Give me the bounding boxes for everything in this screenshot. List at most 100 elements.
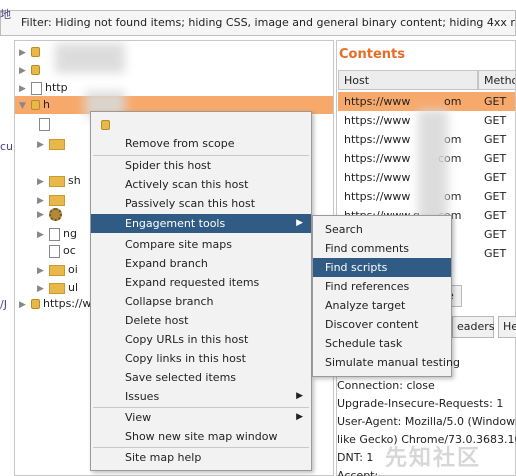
page-icon	[31, 81, 42, 95]
tree-item-label: oc	[63, 244, 76, 257]
tree-item-label: http	[45, 81, 68, 94]
submenu-item-find-references[interactable]: Find references	[313, 277, 451, 296]
collapsed-arrow-icon[interactable]: ▶	[37, 226, 45, 244]
collapsed-arrow-icon[interactable]: ▶	[37, 262, 45, 280]
submenu-item-search[interactable]: Search	[313, 220, 451, 239]
folder-icon	[49, 175, 65, 187]
submenu-item-simulate-testing[interactable]: Simulate manual testing	[313, 353, 460, 372]
collapsed-arrow-icon[interactable]: ▶	[37, 173, 45, 191]
method-cell: GET	[484, 152, 507, 165]
folder-icon	[49, 282, 65, 294]
context-menu: Remove from scope Spider this host Activ…	[90, 111, 312, 471]
tree-item-label: sh	[68, 174, 81, 187]
method-cell: GET	[484, 190, 507, 203]
tree-item[interactable]	[39, 115, 53, 133]
menu-item-delete-host[interactable]: Delete host	[91, 311, 311, 330]
engagement-tools-submenu: Search Find comments Find scripts Find r…	[312, 215, 460, 377]
tree-item-label: ng	[63, 227, 77, 240]
tree-item[interactable]: oc	[49, 242, 76, 260]
tree-item[interactable]: ▶ http	[19, 79, 68, 97]
tree-item-label: ul	[68, 281, 79, 294]
method-cell: GET	[484, 228, 507, 241]
table-row[interactable]: https://www om GET	[338, 92, 515, 111]
submenu-arrow-icon: ▶	[296, 412, 303, 422]
menu-item-expand-requested[interactable]: Expand requested items	[91, 273, 311, 292]
submenu-item-discover-content[interactable]: Discover content	[313, 315, 451, 334]
menu-item-remove-from-scope[interactable]: Remove from scope	[91, 134, 311, 153]
collapsed-arrow-icon[interactable]: ▶	[19, 296, 27, 314]
menu-item-label: Engagement tools	[125, 217, 226, 230]
host-cell: https://www	[344, 95, 411, 108]
submenu-item-find-scripts[interactable]: Find scripts	[313, 258, 451, 277]
submenu-arrow-icon: ▶	[296, 391, 303, 401]
tree-item[interactable]: ▶	[37, 205, 65, 223]
menu-item-label: View	[125, 411, 152, 424]
submenu-arrow-icon: ▶	[296, 218, 303, 228]
tree-item-label: https://w	[43, 297, 92, 310]
tree-item[interactable]: ▶ https://w	[19, 295, 91, 313]
strip-text-3: /J	[0, 298, 7, 311]
gear-icon	[49, 207, 62, 221]
menu-item-issues[interactable]: Issues ▶	[91, 387, 311, 406]
watermark: 先知社区	[385, 446, 482, 471]
menu-item-label: Issues	[125, 390, 160, 403]
tree-item-label: oi	[68, 263, 78, 276]
method-cell: GET	[484, 171, 507, 184]
menu-item-spider-host[interactable]: Spider this host	[91, 156, 311, 175]
tree-item[interactable]: ▶ ng	[37, 225, 77, 243]
method-cell: GET	[484, 247, 507, 260]
method-cell: GET	[484, 95, 507, 108]
menu-item-save-selected[interactable]: Save selected items	[91, 368, 311, 387]
menu-item-site-map-help[interactable]: Site map help	[91, 448, 311, 467]
collapsed-arrow-icon[interactable]: ▶	[19, 62, 27, 80]
menu-item-copy-urls[interactable]: Copy URLs in this host	[91, 330, 311, 349]
menu-item-passive-scan[interactable]: Passively scan this host	[91, 194, 311, 213]
menu-item-new-site-map-window[interactable]: Show new site map window	[91, 427, 311, 446]
tree-item[interactable]: ▶ sh	[37, 172, 81, 190]
tree-item[interactable]: ▶	[19, 43, 43, 61]
submenu-item-find-comments[interactable]: Find comments	[313, 239, 451, 258]
tree-item[interactable]: ▶ oi	[37, 261, 78, 279]
menu-item-view[interactable]: View ▶	[91, 408, 311, 427]
redaction-blur	[55, 43, 125, 73]
page-icon	[49, 244, 60, 258]
folder-icon	[49, 138, 65, 150]
collapsed-arrow-icon[interactable]: ▶	[19, 44, 27, 62]
request-line: Connection: close	[337, 379, 435, 392]
lock-icon	[31, 47, 40, 57]
lock-icon	[101, 120, 110, 130]
host-cell: https://www	[344, 133, 411, 146]
menu-item-compare-site-maps[interactable]: Compare site maps	[91, 235, 311, 254]
submenu-item-analyze-target[interactable]: Analyze target	[313, 296, 451, 315]
menu-item-expand-branch[interactable]: Expand branch	[91, 254, 311, 273]
tab-hex[interactable]: He	[498, 316, 516, 338]
filter-bar[interactable]: Filter: Hiding not found items; hiding C…	[0, 10, 516, 36]
request-line: Upgrade-Insecure-Requests: 1	[337, 397, 504, 410]
tree-item-label: h	[43, 98, 50, 111]
tree-item[interactable]: ▶	[19, 61, 43, 79]
menu-item-copy-links[interactable]: Copy links in this host	[91, 349, 311, 368]
column-header-method[interactable]: Method	[478, 70, 515, 90]
menu-item-active-scan[interactable]: Actively scan this host	[91, 175, 311, 194]
left-strip: 地 cu /J	[0, 8, 14, 476]
menu-item-host[interactable]	[91, 115, 311, 134]
tree-item[interactable]: ▶	[37, 135, 68, 153]
collapsed-arrow-icon[interactable]: ▶	[37, 136, 45, 154]
host-cell: https://www	[344, 171, 411, 184]
request-line: User-Agent: Mozilla/5.0 (Windows NT	[337, 415, 516, 428]
host-cell: https://www	[344, 114, 411, 127]
host-cell: https://www	[344, 152, 411, 165]
method-cell: GET	[484, 114, 507, 127]
filter-text: Filter: Hiding not found items; hiding C…	[21, 16, 515, 29]
expanded-arrow-icon[interactable]: ▼	[19, 97, 27, 115]
column-header-host[interactable]: Host	[338, 70, 478, 90]
host-cell-tail: om	[444, 95, 462, 108]
collapsed-arrow-icon[interactable]: ▶	[37, 206, 45, 224]
strip-text-2: cu	[0, 140, 14, 153]
submenu-item-schedule-task[interactable]: Schedule task	[313, 334, 451, 353]
lock-icon	[31, 100, 40, 110]
lock-icon	[31, 299, 40, 309]
tab-headers[interactable]: eaders	[452, 316, 495, 338]
menu-item-collapse-branch[interactable]: Collapse branch	[91, 292, 311, 311]
menu-item-engagement-tools[interactable]: Engagement tools ▶	[91, 214, 311, 233]
